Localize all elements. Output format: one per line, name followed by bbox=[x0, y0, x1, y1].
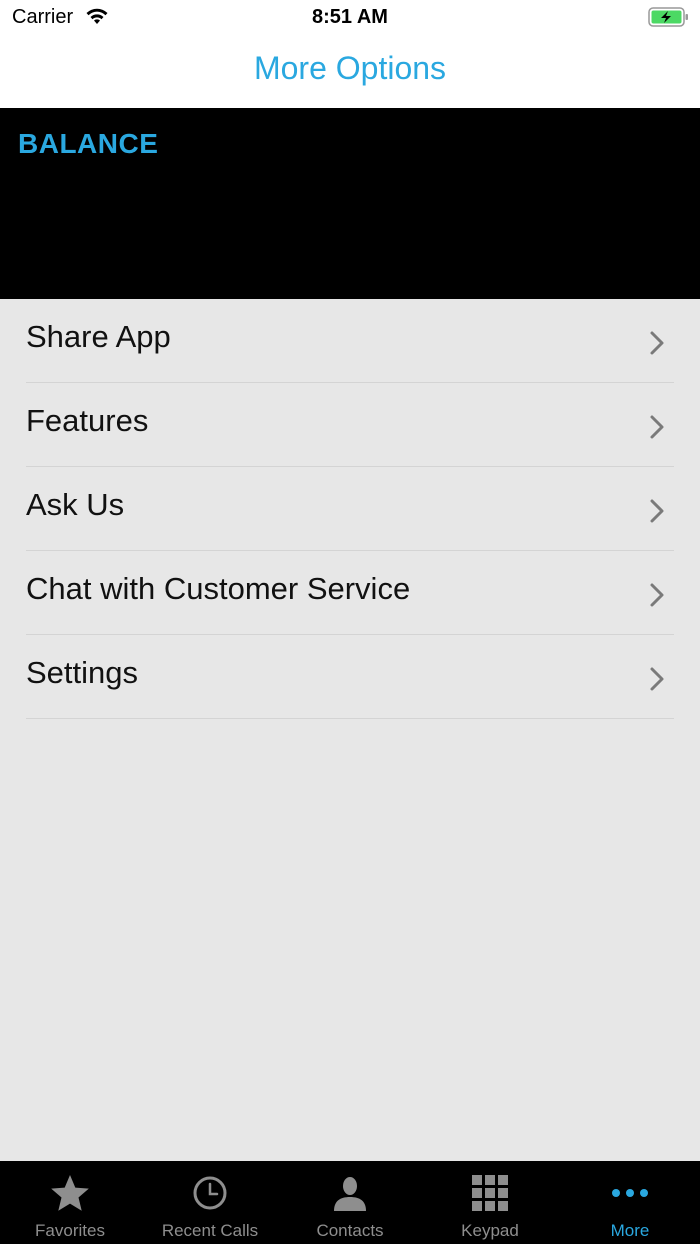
menu-item-label: Ask Us bbox=[26, 487, 125, 522]
chevron-right-icon bbox=[650, 331, 664, 355]
battery-charging-icon bbox=[648, 7, 688, 27]
keypad-icon bbox=[472, 1175, 508, 1211]
tab-label: More bbox=[610, 1221, 650, 1240]
menu-item-share-app[interactable]: Share App bbox=[26, 299, 674, 383]
page-title: More Options bbox=[253, 50, 447, 86]
menu-item-chat-customer-service[interactable]: Chat with Customer Service bbox=[26, 551, 674, 635]
tab-label: Favorites bbox=[35, 1221, 105, 1240]
tab-recent-calls[interactable]: Recent Calls bbox=[140, 1161, 280, 1244]
menu-item-features[interactable]: Features bbox=[26, 383, 674, 467]
tab-label: Contacts bbox=[316, 1221, 384, 1240]
clock-icon bbox=[193, 1176, 227, 1210]
star-icon bbox=[51, 1175, 89, 1211]
more-dots-icon bbox=[612, 1189, 648, 1197]
tab-contacts[interactable]: Contacts bbox=[280, 1161, 420, 1244]
chevron-right-icon bbox=[650, 667, 664, 691]
tab-bar: Favorites Recent Calls Contacts Keypad M… bbox=[0, 1161, 700, 1244]
navigation-bar: More Options bbox=[0, 36, 700, 108]
chevron-right-icon bbox=[650, 499, 664, 523]
chevron-right-icon bbox=[650, 583, 664, 607]
status-bar: Carrier 8:51 AM bbox=[0, 0, 700, 36]
menu-item-label: Chat with Customer Service bbox=[26, 571, 411, 606]
person-icon bbox=[334, 1177, 366, 1211]
tab-keypad[interactable]: Keypad bbox=[420, 1161, 560, 1244]
menu-item-settings[interactable]: Settings bbox=[26, 635, 674, 719]
tab-favorites[interactable]: Favorites bbox=[0, 1161, 140, 1244]
menu-item-label: Settings bbox=[26, 655, 139, 690]
tab-label: Keypad bbox=[461, 1221, 519, 1240]
status-time: 8:51 AM bbox=[312, 6, 388, 28]
menu-item-label: Features bbox=[26, 403, 149, 438]
balance-panel: BALANCE bbox=[0, 108, 700, 299]
balance-label: BALANCE bbox=[18, 128, 159, 159]
tab-label: Recent Calls bbox=[161, 1221, 259, 1240]
menu-item-label: Share App bbox=[26, 319, 171, 354]
tab-more[interactable]: More bbox=[560, 1161, 700, 1244]
chevron-right-icon bbox=[650, 415, 664, 439]
menu-list: Share App Features Ask Us Chat with Cust… bbox=[0, 299, 700, 719]
menu-item-ask-us[interactable]: Ask Us bbox=[26, 467, 674, 551]
